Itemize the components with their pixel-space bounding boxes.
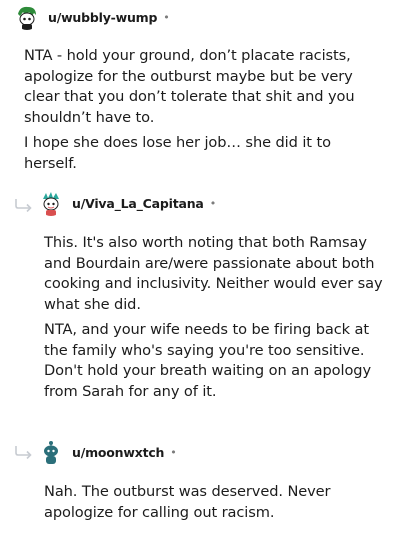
snoo-avatar-teal-hair-icon[interactable] [38, 190, 64, 216]
comment-paragraph: I hope she does lose her job… she did it… [24, 134, 331, 172]
username[interactable]: u/Viva_La_Capitana [72, 196, 204, 211]
username[interactable]: u/wubbly-wump [48, 10, 157, 25]
comment-paragraph: This. It's also worth noting that both R… [44, 234, 383, 313]
separator-dot: • [209, 196, 217, 210]
separator-dot: • [170, 445, 177, 459]
reply-arrow-icon [15, 199, 32, 212]
comment-header: u/wubbly-wump • [14, 3, 170, 31]
snoo-avatar-teal-body-icon[interactable] [38, 439, 64, 465]
comment-paragraph: NTA - hold your ground, don’t placate ra… [24, 47, 355, 126]
reply-arrow-icon [15, 446, 32, 459]
comment-paragraph: Nah. The outburst was deserved. Never ap… [44, 483, 331, 521]
comment-header: u/moonwxtch • [38, 438, 177, 466]
separator-dot: • [163, 10, 170, 24]
comment-paragraph: NTA, and your wife needs to be firing ba… [44, 321, 371, 400]
username[interactable]: u/moonwxtch [72, 445, 164, 460]
snoo-avatar-green-hair-icon[interactable] [14, 4, 40, 30]
comment-header: u/Viva_La_Capitana • [38, 189, 216, 217]
